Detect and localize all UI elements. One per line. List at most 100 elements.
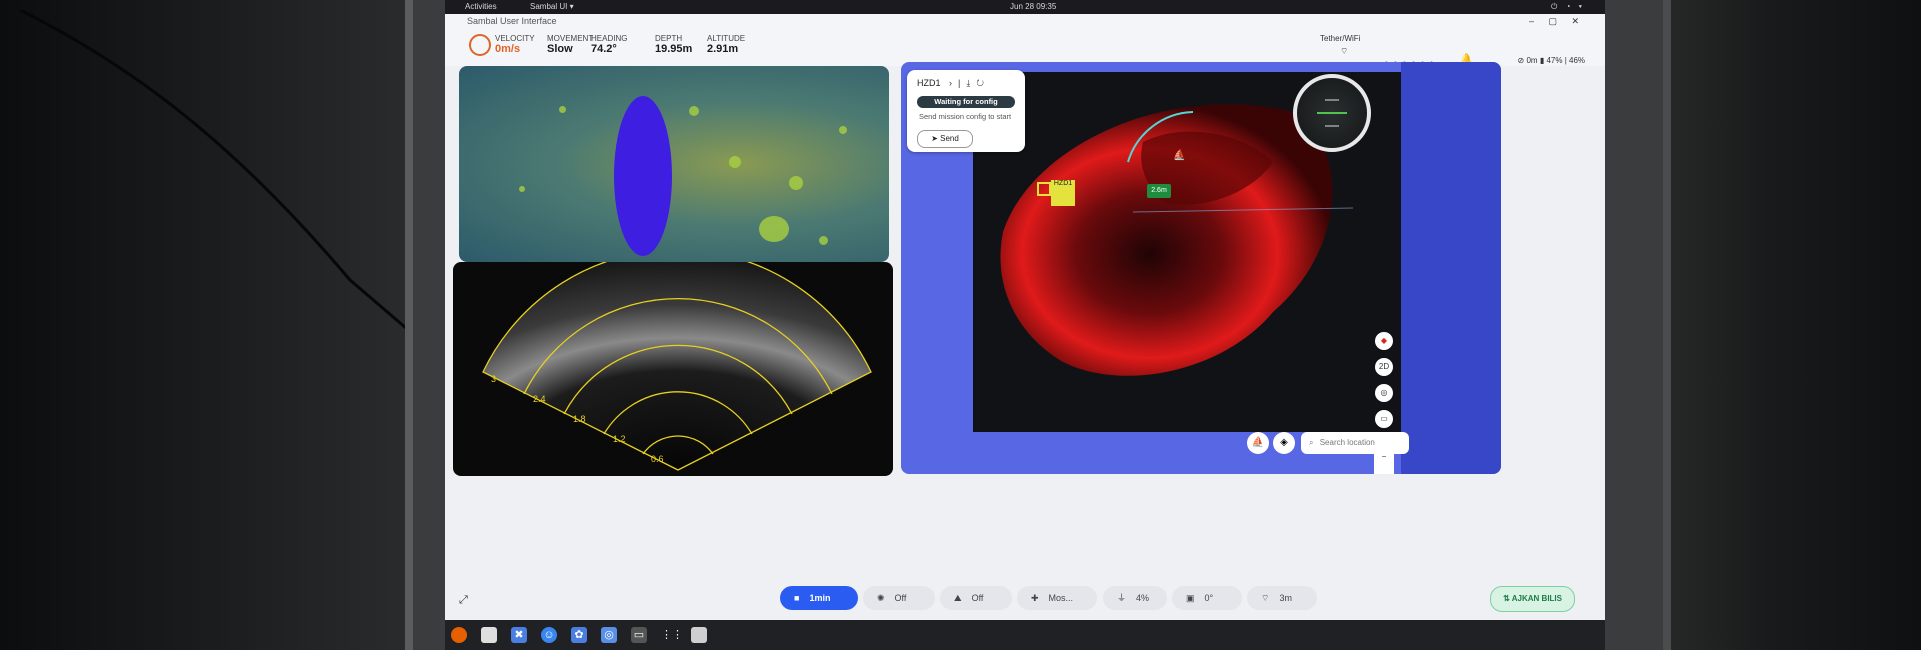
- firefox-icon[interactable]: [451, 627, 467, 643]
- system-tray[interactable]: ⏻ ◔ ▾: [1551, 0, 1585, 14]
- layers-icon[interactable]: ◈: [1273, 432, 1295, 454]
- waypoint-square[interactable]: [1037, 182, 1051, 196]
- tilt-control[interactable]: ▣ 0°: [1172, 586, 1242, 610]
- velocity-stat: VELOCITY 0m/s: [495, 34, 535, 55]
- map-edge: [1401, 62, 1501, 474]
- mode-label: Mos...: [1048, 593, 1074, 603]
- operator-button[interactable]: ⇅ AJKAN BILIS: [1490, 586, 1575, 612]
- refresh-icon[interactable]: ↻: [976, 78, 990, 88]
- wifi-range-icon: ⌔: [1261, 593, 1270, 603]
- range-label: 3m: [1279, 593, 1292, 603]
- terrain-icon: ⛰: [954, 593, 962, 603]
- altitude-value: 2.91m: [707, 43, 739, 55]
- mission-name[interactable]: HZD1: [917, 78, 941, 88]
- light-label: Off: [894, 593, 907, 603]
- mission-status-badge: Waiting for config: [917, 96, 1015, 108]
- heading-value: 74.2°: [591, 43, 617, 55]
- operator-icon: ⇅: [1503, 594, 1512, 603]
- movement-stat: MOVEMENT Slow: [547, 34, 593, 55]
- speck: [689, 106, 699, 116]
- velocity-value: 0m/s: [495, 43, 521, 55]
- network-indicator[interactable]: Tether/WiFi: [1320, 34, 1360, 43]
- gnome-top-bar: Activities Sambal UI ▾ Jun 28 09:35 ⏻ ◔ …: [445, 0, 1605, 14]
- window-title: Sambal User Interface: [467, 16, 557, 26]
- operator-label: AJKAN BILIS: [1511, 594, 1562, 603]
- range-control[interactable]: ⌔ 3m: [1247, 586, 1317, 610]
- camera-icon: ■: [794, 593, 800, 603]
- tilt-label: 0°: [1204, 593, 1214, 603]
- light-toggle[interactable]: ✺ Off: [863, 586, 935, 610]
- movement-label: MOVEMENT: [547, 34, 594, 43]
- sonar-range-label: 0.6: [651, 454, 664, 464]
- mode-select[interactable]: ✚ Mos...: [1017, 586, 1097, 610]
- thrust-control[interactable]: ⏚ 4%: [1103, 586, 1167, 610]
- send-label: Send: [940, 134, 959, 143]
- app-menu[interactable]: Sambal UI ▾: [530, 0, 574, 14]
- puzzle-icon: ✚: [1031, 593, 1039, 603]
- compass-icon[interactable]: ◆: [1375, 332, 1393, 350]
- speck: [559, 106, 566, 113]
- dock: ✖ ☺ ✿ ◎ ▭ ⋮⋮: [445, 620, 1605, 650]
- terminal-icon[interactable]: ▭: [631, 627, 647, 643]
- speck: [519, 186, 525, 192]
- map-search[interactable]: ⌕ Search location: [1301, 432, 1409, 454]
- sonar-view[interactable]: 3 2.4 1.8 1.2 0.6: [453, 262, 893, 476]
- accessibility-icon[interactable]: ☺: [541, 627, 557, 643]
- trash-icon[interactable]: [691, 627, 707, 643]
- fullscreen-icon[interactable]: ⤢: [459, 594, 468, 607]
- mission-card: HZD1 ›|⤓↻ Waiting for config Send missio…: [907, 70, 1025, 152]
- heading-stat: HEADING 74.2°: [591, 34, 627, 55]
- app-grid-icon[interactable]: ⋮⋮: [661, 627, 683, 643]
- thrust-label: 4%: [1136, 593, 1150, 603]
- camera-feed[interactable]: [459, 66, 889, 262]
- chevron-right-icon[interactable]: ›: [949, 78, 958, 88]
- app2-icon[interactable]: ✿: [571, 627, 587, 643]
- battery-value: 47% | 46%: [1546, 56, 1585, 65]
- vehicle-center-icon[interactable]: ⛵: [1247, 432, 1269, 454]
- sonar-range-label: 3: [491, 374, 497, 384]
- vehicle-icon: ⛵: [1173, 150, 1186, 161]
- locate-icon[interactable]: ◎: [1375, 384, 1393, 402]
- clock[interactable]: Jun 28 09:35: [1010, 0, 1056, 14]
- bottom-toolbar: ⤢ ■ 1min ✺ Off ⛰ Off ✚ Mos... ⏚ 4% ▣ 0° ⌔ 3m ⇅ …: [445, 578, 1605, 616]
- download-icon[interactable]: ⤓: [966, 78, 976, 88]
- tilt-icon: ▣: [1186, 593, 1195, 603]
- movement-value: Slow: [547, 43, 573, 55]
- light-icon: ✺: [877, 593, 885, 603]
- sonar-range-label: 1.2: [613, 434, 626, 444]
- speck: [729, 156, 741, 168]
- search-input[interactable]: Search location: [1320, 438, 1375, 447]
- app-logo-icon: [469, 34, 491, 56]
- sonar-range-label: 2.4: [533, 394, 546, 404]
- send-button[interactable]: ➤ Send: [917, 130, 973, 148]
- speck: [839, 126, 847, 134]
- cable: [20, 10, 411, 330]
- window-titlebar: Sambal User Interface – ▢ ✕: [445, 14, 1605, 28]
- hzd-marker-label: HZD1: [1053, 180, 1073, 187]
- altitude-stat: ALTITUDE 2.91m: [707, 34, 745, 55]
- thruster-icon: ⏚: [1117, 593, 1127, 603]
- auto-label: Off: [971, 593, 984, 603]
- altitude-label: ALTITUDE: [707, 34, 746, 43]
- camera-object: [614, 96, 672, 256]
- layers-toggle-icon[interactable]: ▭: [1375, 410, 1393, 428]
- velocity-label: VELOCITY: [495, 34, 535, 43]
- wifi-icon: ⌔: [1340, 46, 1349, 56]
- monitor-screen: Activities Sambal UI ▾ Jun 28 09:35 ⏻ ◔ …: [445, 0, 1605, 650]
- network-label: Tether/WiFi: [1320, 34, 1361, 43]
- speck: [789, 176, 803, 190]
- depth-stat: DEPTH 19.95m: [655, 34, 692, 55]
- sonar-range-label: 1.8: [573, 414, 586, 424]
- app3-icon[interactable]: ◎: [601, 627, 617, 643]
- app-icon[interactable]: ✖: [511, 627, 527, 643]
- auto-toggle[interactable]: ⛰ Off: [940, 586, 1012, 610]
- record-button[interactable]: ■ 1min: [780, 586, 858, 610]
- gauge-ticks: [1317, 99, 1347, 127]
- files-icon[interactable]: [481, 627, 497, 643]
- map-view[interactable]: HZD1 2.6m ⛵ HZD1 ›|⤓↻ Waiting for config…: [901, 62, 1501, 474]
- hzd-marker[interactable]: HZD1: [1051, 180, 1075, 206]
- activities-button[interactable]: Activities: [465, 0, 497, 14]
- view-mode-2d-button[interactable]: 2D: [1375, 358, 1393, 376]
- window-controls[interactable]: – ▢ ✕: [1529, 14, 1585, 28]
- depth-label: DEPTH: [655, 34, 683, 43]
